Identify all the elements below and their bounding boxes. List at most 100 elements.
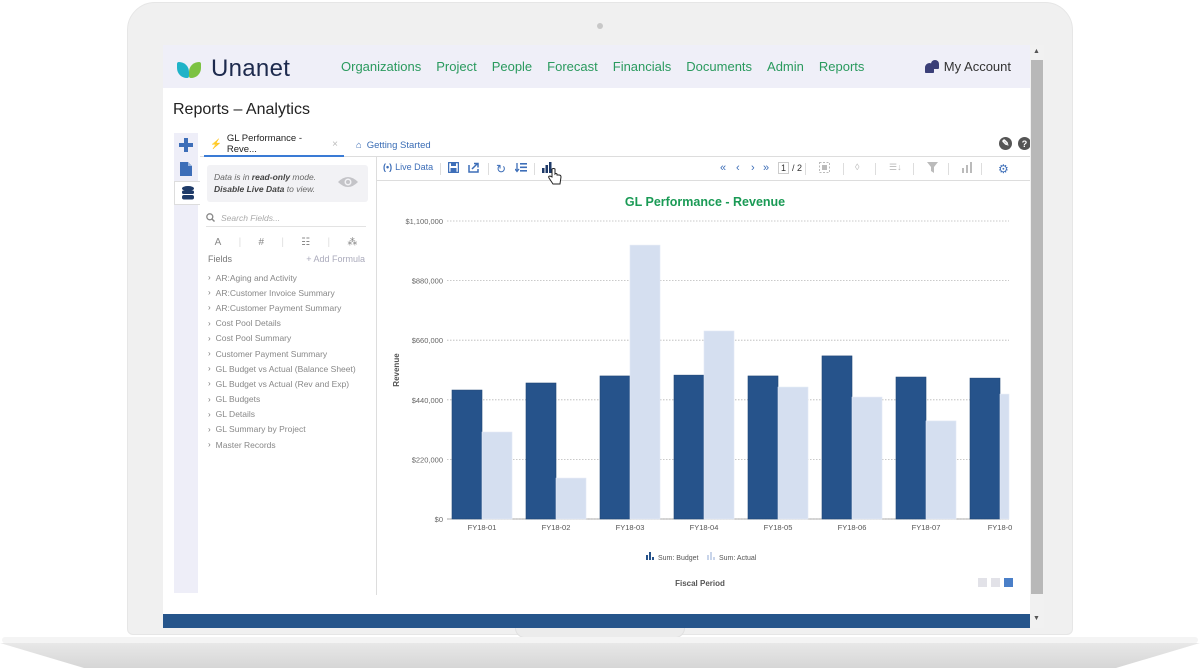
refresh-button[interactable]: ↻ — [496, 162, 506, 176]
live-data-toggle[interactable]: (•) Live Data — [383, 162, 433, 172]
report-tabs: ⚡ GL Performance - Reve... × ⌂ Getting S… — [200, 133, 1030, 157]
list-item[interactable]: › Cost Pool Details — [208, 316, 356, 331]
tab-label: GL Performance - Reve... — [226, 133, 302, 155]
next-page-button[interactable]: › — [751, 162, 755, 174]
chevron-right-icon: › — [208, 318, 211, 328]
double-chevron-left-icon: « — [720, 162, 727, 174]
tab-getting-started[interactable]: ⌂ Getting Started — [350, 133, 437, 157]
search-fields-input[interactable]: Search Fields... — [206, 209, 366, 227]
nav-organizations[interactable]: Organizations — [341, 59, 421, 74]
field-label: Cost Pool Details — [215, 318, 281, 329]
plus-icon — [179, 138, 193, 152]
chevron-right-icon: › — [208, 288, 211, 298]
tab-gl-performance[interactable]: ⚡ GL Performance - Reve... × — [204, 133, 344, 157]
x-tick-label: FY18-06 — [838, 523, 867, 532]
page-number-input[interactable]: 1 — [778, 162, 790, 174]
nav-admin[interactable]: Admin — [767, 59, 804, 74]
nav-documents[interactable]: Documents — [686, 59, 752, 74]
sort-button[interactable]: ☰↓ — [889, 162, 902, 173]
read-only-notice: Data is in read-only mode. Disable Live … — [207, 165, 368, 202]
logo-leaf-icon — [177, 60, 203, 78]
export-button[interactable] — [468, 162, 480, 173]
field-type-filter: A | # | ☷ | ⁂ — [214, 237, 358, 248]
hierarchy-icon[interactable]: ⁂ — [347, 237, 357, 248]
legend-label: Sum: Actual — [719, 555, 757, 562]
bar-actual — [777, 386, 809, 520]
nav-reports[interactable]: Reports — [819, 59, 865, 74]
view-split-toggle[interactable] — [991, 578, 1000, 587]
my-account-button[interactable]: My Account — [924, 59, 1011, 74]
sort-list-button[interactable] — [515, 162, 527, 173]
brand-name: Unanet — [211, 55, 291, 82]
color-button[interactable]: ◊ — [855, 162, 859, 172]
text-icon[interactable]: A — [215, 237, 222, 248]
list-item[interactable]: › GL Details — [208, 407, 356, 422]
list-item[interactable]: › GL Summary by Project — [208, 422, 356, 437]
bar-budget — [525, 382, 557, 520]
data-sources-button[interactable] — [174, 181, 200, 205]
notice-text: mode. — [290, 172, 317, 182]
nav-financials[interactable]: Financials — [613, 59, 672, 74]
x-tick-label: FY18-02 — [542, 523, 571, 532]
scroll-thumb[interactable] — [1031, 60, 1043, 594]
search-placeholder: Search Fields... — [221, 212, 281, 223]
add-button[interactable] — [174, 133, 198, 157]
nav-people[interactable]: People — [492, 59, 532, 74]
select-region-button[interactable] — [819, 162, 830, 173]
nav-project[interactable]: Project — [436, 59, 476, 74]
lightning-icon: ⚡ — [210, 138, 222, 150]
prev-page-button[interactable]: ‹ — [736, 162, 740, 174]
vertical-scrollbar[interactable]: ▲ ▼ — [1030, 45, 1044, 628]
list-item[interactable]: › AR:Aging and Activity — [208, 270, 356, 285]
chevron-right-icon: › — [208, 440, 211, 450]
legend-item: Sum: Actual — [707, 552, 757, 562]
document-button[interactable] — [174, 157, 198, 181]
bar-actual — [851, 396, 883, 520]
list-item[interactable]: › GL Budget vs Actual (Balance Sheet) — [208, 361, 356, 376]
close-tab-icon[interactable]: × — [332, 139, 338, 150]
eye-icon[interactable] — [338, 175, 358, 189]
bar-actual — [481, 431, 513, 520]
users-icon — [924, 60, 939, 73]
notice-bold: read-only — [251, 172, 291, 182]
chevron-right-icon: › — [208, 409, 211, 419]
list-item[interactable]: › GL Budget vs Actual (Rev and Exp) — [208, 376, 356, 391]
bar-budget — [821, 355, 853, 520]
field-list: › AR:Aging and Activity › AR:Customer Invo… — [208, 270, 356, 452]
last-page-button[interactable]: » — [763, 162, 769, 174]
scroll-down-icon[interactable]: ▼ — [1033, 615, 1040, 622]
laptop-base — [0, 637, 1200, 668]
number-icon[interactable]: # — [258, 237, 264, 248]
y-axis-ticks: $0 $220,000 $440,000 $660,000 $880,000 $1,100… — [405, 217, 443, 524]
list-item[interactable]: › Cost Pool Summary — [208, 331, 356, 346]
table-icon[interactable]: ☷ — [301, 237, 310, 248]
list-item[interactable]: › AR:Customer Payment Summary — [208, 300, 356, 315]
footer-bar — [163, 614, 1030, 628]
wrench-icon[interactable]: ✎ — [999, 137, 1012, 150]
live-data-label: Live Data — [395, 162, 434, 172]
list-item[interactable]: › Customer Payment Summary — [208, 346, 356, 361]
nav-forecast[interactable]: Forecast — [547, 59, 598, 74]
save-icon — [448, 162, 459, 173]
share-icon — [468, 162, 479, 173]
chart-type-button[interactable] — [961, 162, 972, 173]
unanet-logo[interactable]: Unanet — [177, 55, 290, 83]
list-item[interactable]: › Master Records — [208, 437, 356, 452]
field-label: GL Budget vs Actual (Balance Sheet) — [215, 363, 356, 374]
bar-budget — [673, 374, 705, 520]
view-chart-toggle[interactable] — [1004, 578, 1013, 587]
list-item[interactable]: › GL Budgets — [208, 392, 356, 407]
scroll-up-icon[interactable]: ▲ — [1033, 48, 1040, 55]
list-item[interactable]: › AR:Customer Invoice Summary — [208, 285, 356, 300]
first-page-button[interactable]: « — [720, 162, 726, 174]
settings-button[interactable]: ⚙ — [998, 162, 1009, 176]
view-table-toggle[interactable] — [978, 578, 987, 587]
left-rail — [174, 133, 200, 593]
bar-actual — [703, 330, 735, 520]
save-button[interactable] — [448, 162, 459, 173]
chart-legend: Sum: Budget Sum: Actual — [646, 552, 757, 562]
filter-button[interactable] — [927, 162, 938, 173]
y-axis-label: Revenue — [392, 353, 401, 387]
legend-label: Sum: Budget — [658, 555, 699, 562]
add-formula-link[interactable]: + Add Formula — [306, 254, 365, 264]
